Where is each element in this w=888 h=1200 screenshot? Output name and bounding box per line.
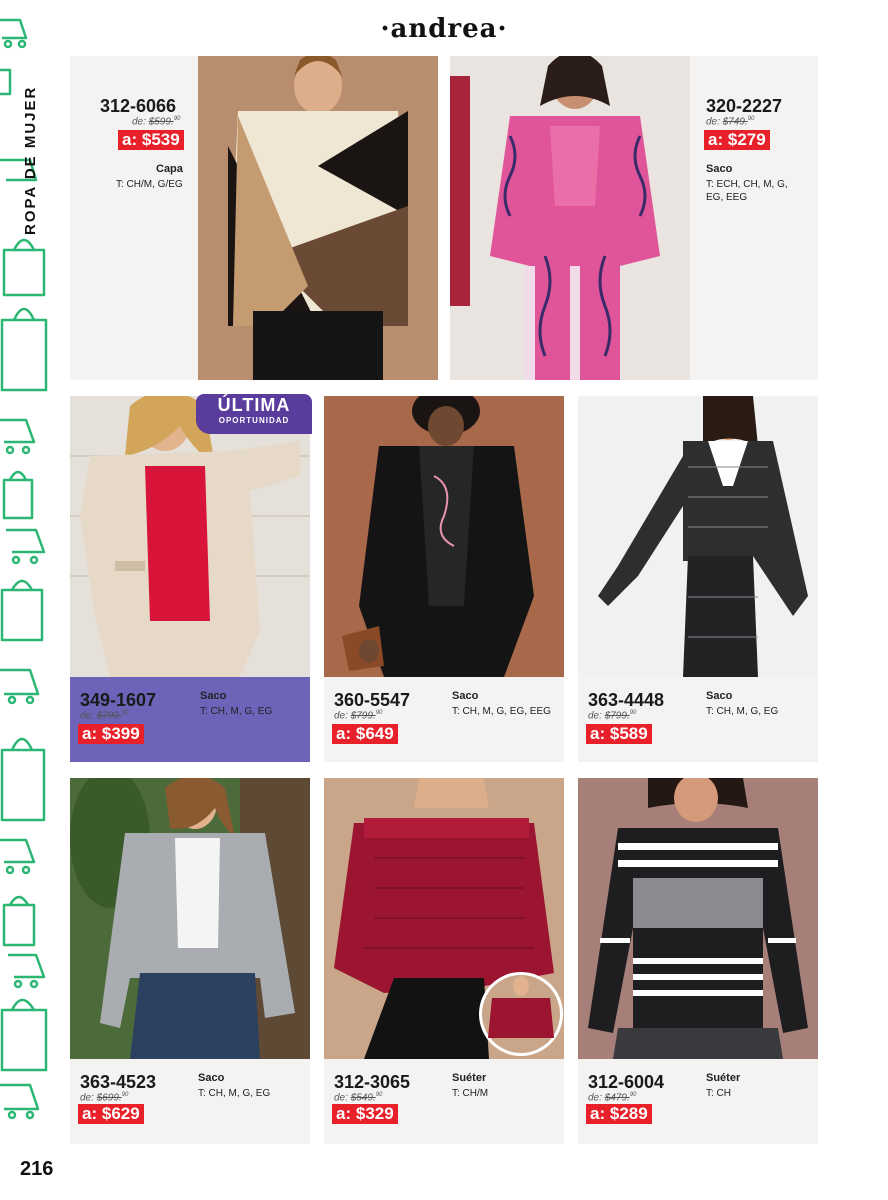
product-sizes: T: CH, M, G, EG <box>200 706 273 717</box>
previous-price: de: $699.90 <box>80 1092 129 1104</box>
product-card[interactable]: 312-6004 de: $479.90 a: $289 Suéter T: C… <box>578 778 818 1144</box>
product-code: 360-5547 <box>334 690 411 710</box>
last-chance-badge: ÚLTIMA OPORTUNIDAD <box>196 394 312 434</box>
sale-price: a: $399 <box>78 724 144 744</box>
product-photo <box>578 778 818 1059</box>
page-number: 216 <box>20 1158 54 1180</box>
product-photo <box>198 56 438 380</box>
product-photo <box>324 778 564 1059</box>
product-sizes: T: CH/M <box>452 1088 489 1099</box>
sale-price: a: $279 <box>704 130 770 150</box>
sale-price: a: $329 <box>332 1104 398 1124</box>
sale-price: a: $539 <box>118 130 184 150</box>
sale-price: a: $649 <box>332 724 398 744</box>
product-type: Saco <box>198 1072 225 1084</box>
product-sizes: T: CH, M, G, EG <box>706 706 779 717</box>
product-code: 363-4523 <box>80 1072 157 1092</box>
product-type: Suéter <box>452 1072 487 1084</box>
product-photo <box>324 396 564 677</box>
product-card[interactable]: 349-1607 de: $799.90 a: $399 Saco T: CH,… <box>70 396 310 762</box>
product-type: Capa <box>156 163 183 175</box>
section-title: ROPA DE MUJER <box>22 85 39 235</box>
product-type: Saco <box>706 163 733 175</box>
product-sizes: T: CH/M, G/EG <box>116 179 183 190</box>
product-code: 363-4448 <box>588 690 665 710</box>
sale-price: a: $589 <box>586 724 652 744</box>
product-sizes: T: CH, M, G, EG <box>198 1088 271 1099</box>
product-type: Saco <box>452 690 479 702</box>
product-code: 312-6066 <box>100 96 177 116</box>
product-card[interactable]: 312-3065 de: $549.90 a: $329 Suéter T: C… <box>324 778 564 1144</box>
product-code: 312-3065 <box>334 1072 411 1092</box>
product-type: Saco <box>200 690 227 702</box>
product-sizes: T: CH, M, G, EG, EEG <box>452 706 551 717</box>
previous-price: de: $749.90 <box>706 116 755 128</box>
product-photo <box>578 396 818 677</box>
brand-logo: ·andrea· <box>380 14 508 44</box>
product-photo <box>70 396 310 677</box>
previous-price: de: $549.90 <box>334 1092 383 1104</box>
previous-price: de: $479.90 <box>588 1092 637 1104</box>
product-sizes: T: ECH, CH, M, G, EG, EEG <box>706 179 788 203</box>
sale-price: a: $289 <box>586 1104 652 1124</box>
product-type: Saco <box>706 690 733 702</box>
previous-price: de: $799.90 <box>334 710 383 722</box>
product-photo <box>70 778 310 1059</box>
product-card[interactable]: 363-4523 de: $699.90 a: $629 Saco T: CH,… <box>70 778 310 1144</box>
product-card[interactable]: 363-4448 de: $799.90 a: $589 Saco T: CH,… <box>578 396 818 762</box>
sale-price: a: $629 <box>78 1104 144 1124</box>
product-card[interactable]: 360-5547 de: $799.90 a: $649 Saco T: CH,… <box>324 396 564 762</box>
product-card[interactable]: 312-6066 de: $599.90 a: $539 Capa T: CH/… <box>70 56 438 380</box>
product-type: Suéter <box>706 1072 741 1084</box>
previous-price: de: $599.90 <box>132 116 181 128</box>
product-sizes: T: CH <box>706 1088 731 1099</box>
product-code: 312-6004 <box>588 1072 665 1092</box>
product-card[interactable]: 320-2227 de: $749.90 a: $279 Saco T: ECH… <box>450 56 818 380</box>
previous-price: de: $799.90 <box>80 710 129 722</box>
product-code: 320-2227 <box>706 96 783 116</box>
previous-price: de: $799.90 <box>588 710 637 722</box>
product-code: 349-1607 <box>80 690 157 710</box>
product-photo <box>450 56 690 380</box>
